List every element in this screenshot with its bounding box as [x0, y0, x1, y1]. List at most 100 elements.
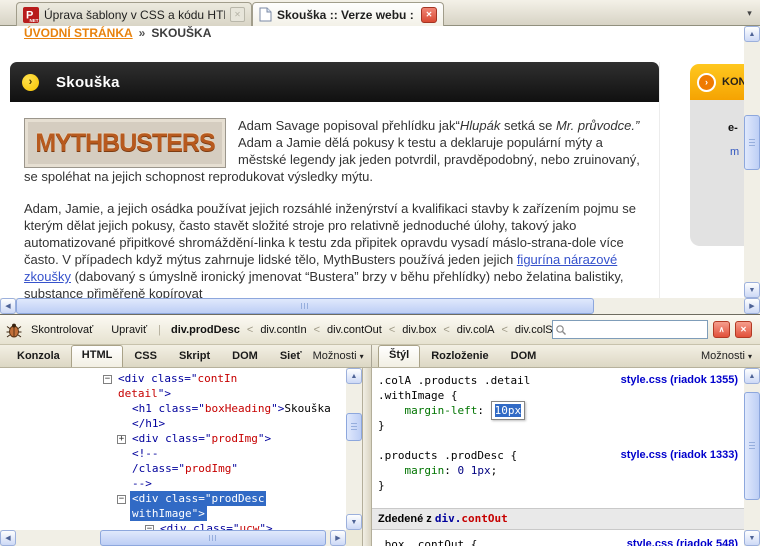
firebug-close-icon[interactable]: ✕	[735, 321, 752, 338]
html-panel-horizontal-scrollbar[interactable]: ◀ ▶	[0, 530, 346, 546]
inherited-element-class[interactable]: contOut	[461, 512, 507, 525]
tab-dom-right[interactable]: DOM	[500, 346, 548, 367]
tree-node[interactable]: -->	[0, 476, 346, 491]
tree-node-text[interactable]: </h1>	[130, 416, 167, 431]
inline-value-editor[interactable]: 10px	[490, 401, 526, 420]
path-item[interactable]: div.colSp	[515, 324, 552, 336]
tree-node-text[interactable]: <div class="prodDesc	[130, 491, 267, 506]
inherited-element-tag[interactable]: div.	[435, 512, 462, 525]
path-item[interactable]: div.colA	[457, 324, 495, 336]
tab-css[interactable]: CSS	[123, 346, 168, 367]
inspect-button[interactable]: Skontrolovať	[31, 324, 93, 336]
firebug-icon[interactable]	[6, 322, 22, 338]
tab-close-icon[interactable]: ✕	[230, 7, 245, 22]
path-item[interactable]: div.contOut	[327, 324, 382, 336]
tree-node-text[interactable]: detail">	[116, 386, 173, 401]
css-property-name[interactable]: margin-left	[405, 404, 478, 417]
tab-html[interactable]: HTML	[70, 345, 124, 367]
code-segment-syn: ">	[191, 507, 205, 520]
css-property-name[interactable]: margin	[405, 464, 445, 477]
style-source-link[interactable]: style.css (riadok 1355)	[621, 373, 738, 388]
tab-konzola[interactable]: Konzola	[6, 346, 71, 367]
breadcrumb-home-link[interactable]: ÚVODNÍ STRÁNKA	[24, 26, 133, 40]
scrollbar-thumb[interactable]	[744, 115, 760, 170]
browser-vertical-scrollbar[interactable]: ▲ ▼	[744, 26, 760, 298]
scroll-right-icon[interactable]: ▶	[744, 298, 760, 314]
options-menu-left[interactable]: Možnosti ▾	[313, 346, 372, 367]
tab-siet[interactable]: Sieť	[269, 346, 313, 367]
path-item[interactable]: div.contIn	[260, 324, 306, 336]
collapse-icon[interactable]: −	[103, 375, 112, 384]
path-separator: <	[388, 323, 396, 336]
paragraph-2: Adam, Jamie, a jejich osádka používat je…	[24, 200, 653, 298]
tree-node-text[interactable]: -->	[130, 476, 154, 491]
tree-node-text[interactable]: /class="prodImg"	[130, 461, 240, 476]
scrollbar-thumb[interactable]	[744, 392, 760, 500]
tab-rozlozenie[interactable]: Rozloženie	[420, 346, 499, 367]
scrollbar-thumb[interactable]	[100, 530, 326, 546]
tree-node-text[interactable]: <div class="ucw">	[158, 521, 275, 530]
css-text: :	[477, 404, 491, 417]
css-text: .products .prodDesc {	[378, 449, 518, 462]
tab-styl[interactable]: Štýl	[378, 345, 421, 367]
tree-node[interactable]: <h1 class="boxHeading">Skouška	[0, 401, 346, 416]
options-menu-right[interactable]: Možnosti ▾	[701, 346, 760, 367]
tree-node-text[interactable]: <h1 class="boxHeading">Skouška	[130, 401, 333, 416]
scroll-left-icon[interactable]: ◀	[0, 530, 16, 546]
tree-node[interactable]: </h1>	[0, 416, 346, 431]
firebug-detach-icon[interactable]: ∧	[713, 321, 730, 338]
style-rules: style.css (riadok 1355) .colA .products .…	[372, 372, 744, 546]
html-panel-vertical-scrollbar[interactable]: ▲ ▼	[346, 368, 362, 530]
scroll-up-icon[interactable]: ▲	[346, 368, 362, 384]
breadcrumb-separator: »	[138, 26, 146, 40]
tab-list-button[interactable]: ▾	[742, 6, 757, 21]
scroll-down-icon[interactable]: ▼	[346, 514, 362, 530]
tree-node-text[interactable]: withImage">	[130, 506, 207, 521]
tree-node-selected[interactable]: withImage">	[0, 506, 346, 521]
scroll-up-icon[interactable]: ▲	[744, 368, 760, 384]
panel-splitter[interactable]	[362, 368, 372, 546]
tree-node[interactable]: <!--	[0, 446, 346, 461]
browser-tab-active[interactable]: Skouška :: Verze webu : Building ✕	[252, 2, 444, 26]
scrollbar-thumb[interactable]	[346, 413, 362, 441]
tree-node-text[interactable]: <!--	[130, 446, 161, 461]
tree-node[interactable]: detail">	[0, 386, 346, 401]
firebug-search-box[interactable]	[552, 320, 708, 339]
css-property-value[interactable]: 0 1px	[458, 464, 491, 477]
tree-node[interactable]: − <div class="contIn	[0, 371, 346, 386]
path-item-selected[interactable]: div.prodDesc	[171, 324, 240, 336]
collapse-icon[interactable]: −	[117, 495, 126, 504]
scroll-down-icon[interactable]: ▼	[744, 282, 760, 298]
html-tree: − <div class="contIn detail"> <h1 class="bo…	[0, 371, 346, 530]
code-segment-val: prodDesc	[211, 492, 265, 505]
tree-node-text[interactable]: <div class="contIn	[116, 371, 239, 386]
sidebar-link[interactable]: m	[730, 146, 739, 158]
tree-node[interactable]: + <div class="prodImg">	[0, 431, 346, 446]
tab-close-icon[interactable]: ✕	[421, 6, 437, 23]
tab-title: Skouška :: Verze webu : Building	[277, 7, 416, 22]
edit-button[interactable]: Upraviť	[111, 324, 147, 336]
path-separator: <	[443, 323, 450, 336]
scrollbar-thumb[interactable]	[16, 298, 594, 314]
style-panel-vertical-scrollbar[interactable]: ▲ ▼	[744, 368, 760, 546]
tab-dom[interactable]: DOM	[221, 346, 269, 367]
tab-skript[interactable]: Skript	[168, 346, 221, 367]
page-viewport: ÚVODNÍ STRÁNKA » SKOUŠKA › Skouška MYTHBUS…	[0, 26, 744, 298]
path-item[interactable]: div.box	[402, 324, 436, 336]
scroll-left-icon[interactable]: ◀	[0, 298, 16, 314]
scroll-up-icon[interactable]: ▲	[744, 26, 760, 42]
tree-node[interactable]: − <div class="ucw">	[0, 521, 346, 530]
browser-tab-inactive[interactable]: PNET Úprava šablony v CSS a kódu HTML - …	[16, 2, 252, 26]
tree-node-text[interactable]: <div class="prodImg">	[130, 431, 273, 446]
css-text: .withImage {	[378, 389, 458, 402]
scroll-down-icon[interactable]: ▼	[744, 530, 760, 546]
expand-icon[interactable]: +	[117, 435, 126, 444]
browser-horizontal-scrollbar[interactable]: ◀ ▶	[0, 298, 760, 314]
scroll-right-icon[interactable]: ▶	[330, 530, 346, 546]
firebug-search-input[interactable]	[569, 322, 705, 337]
style-source-link[interactable]: style.css (riadok 548)	[627, 537, 738, 546]
tree-node[interactable]: /class="prodImg"	[0, 461, 346, 476]
tree-node-selected[interactable]: − <div class="prodDesc	[0, 491, 346, 506]
style-source-link[interactable]: style.css (riadok 1333)	[621, 448, 738, 463]
css-text: .box .contOut {	[378, 538, 478, 546]
